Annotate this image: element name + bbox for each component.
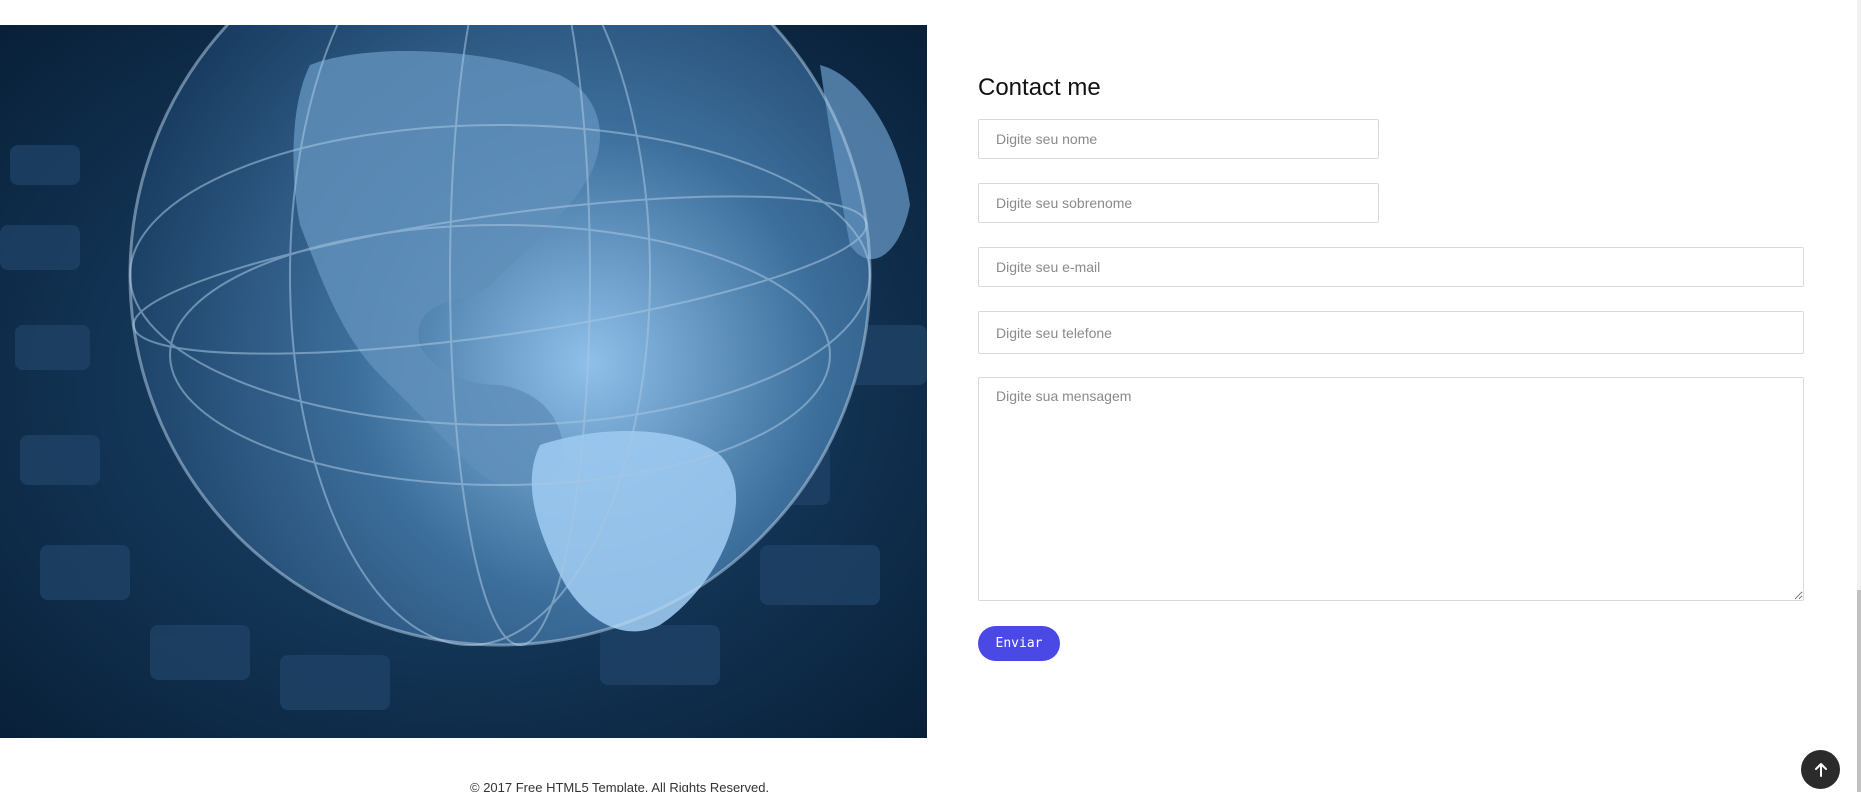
page: Contact me Enviar © 2017 Free HTML5 Temp… (0, 0, 1861, 792)
scrollbar-thumb[interactable] (1857, 590, 1861, 792)
email-input[interactable] (978, 247, 1804, 287)
phone-input[interactable] (978, 311, 1804, 354)
message-textarea[interactable] (978, 377, 1804, 601)
lastname-input[interactable] (978, 183, 1379, 223)
name-input[interactable] (978, 119, 1379, 159)
scrollbar[interactable] (1857, 0, 1861, 792)
globe-image (0, 25, 927, 738)
back-to-top-button[interactable] (1801, 750, 1840, 789)
send-button[interactable]: Enviar (978, 626, 1060, 661)
footer-copyright: © 2017 Free HTML5 Template. All Rights R… (470, 780, 770, 792)
contact-title: Contact me (978, 74, 1101, 101)
contact-form: Contact me Enviar (978, 70, 1804, 661)
arrow-up-icon (1814, 762, 1827, 777)
